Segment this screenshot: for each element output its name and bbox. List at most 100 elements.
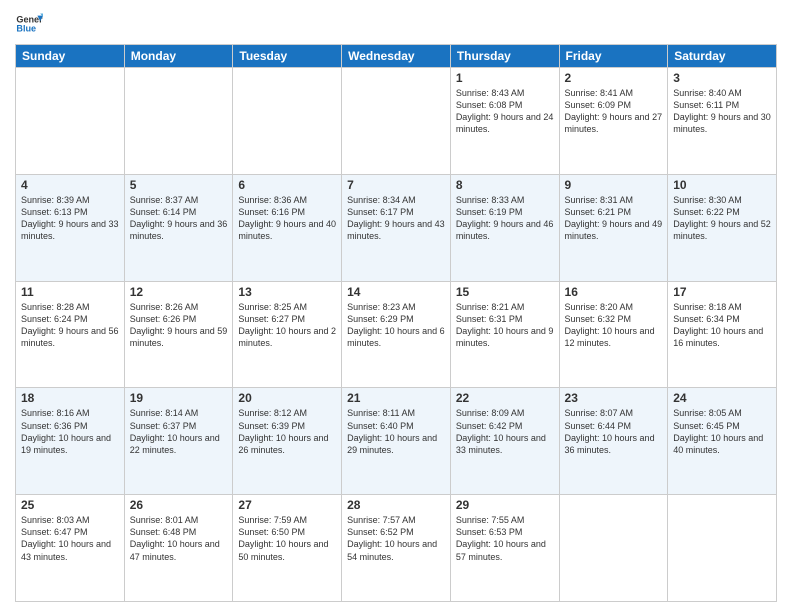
calendar-weekday-saturday: Saturday [668, 45, 777, 68]
calendar-cell: 12 Sunrise: 8:26 AM Sunset: 6:26 PM Dayli… [124, 281, 233, 388]
day-detail: Sunrise: 8:11 AM Sunset: 6:40 PM Dayligh… [347, 407, 445, 456]
day-number: 7 [347, 178, 445, 192]
day-number: 27 [238, 498, 336, 512]
calendar-cell: 15Sunrise: 8:21 AM Sunset: 6:31 PM Dayli… [450, 281, 559, 388]
calendar-week-row: 11 Sunrise: 8:28 AM Sunset: 6:24 PM Dayli… [16, 281, 777, 388]
calendar-week-row: 1 Sunrise: 8:43 AM Sunset: 6:08 PM Daylig… [16, 68, 777, 175]
calendar-cell: 17 Sunrise: 8:18 AM Sunset: 6:34 PM Dayli… [668, 281, 777, 388]
logo: General Blue [15, 10, 43, 38]
day-detail: Sunrise: 8:43 AM Sunset: 6:08 PM Dayligh… [456, 87, 554, 136]
day-number: 17 [673, 285, 771, 299]
calendar-cell: 26Sunrise: 8:01 AM Sunset: 6:48 PM Dayli… [124, 495, 233, 602]
calendar-cell: 29 Sunrise: 7:55 AM Sunset: 6:53 PM Dayli… [450, 495, 559, 602]
day-detail: Sunrise: 8:36 AM Sunset: 6:16 PM Dayligh… [238, 194, 336, 243]
day-number: 4 [21, 178, 119, 192]
header: General Blue [15, 10, 777, 38]
day-detail: Sunrise: 8:20 AM Sunset: 6:32 PM Dayligh… [565, 301, 663, 350]
day-detail: Sunrise: 8:25 AM Sunset: 6:27 PM Dayligh… [238, 301, 336, 350]
day-number: 13 [238, 285, 336, 299]
day-detail: Sunrise: 7:59 AM Sunset: 6:50 PM Dayligh… [238, 514, 336, 563]
calendar-cell: 23 Sunrise: 8:07 AM Sunset: 6:44 PM Dayli… [559, 388, 668, 495]
page: General Blue SundayMondayTuesdayWednesda… [0, 0, 792, 612]
calendar-cell: 10 Sunrise: 8:30 AM Sunset: 6:22 PM Dayli… [668, 174, 777, 281]
day-detail: Sunrise: 8:12 AM Sunset: 6:39 PM Dayligh… [238, 407, 336, 456]
day-detail: Sunrise: 8:05 AM Sunset: 6:45 PM Dayligh… [673, 407, 771, 456]
calendar-cell: 7 Sunrise: 8:34 AM Sunset: 6:17 PM Daylig… [342, 174, 451, 281]
day-detail: Sunrise: 8:33 AM Sunset: 6:19 PM Dayligh… [456, 194, 554, 243]
day-detail: Sunrise: 8:01 AM Sunset: 6:48 PM Dayligh… [130, 514, 228, 563]
calendar-cell: 3Sunrise: 8:40 AM Sunset: 6:11 PM Daylig… [668, 68, 777, 175]
svg-text:Blue: Blue [16, 24, 36, 34]
calendar-table: SundayMondayTuesdayWednesdayThursdayFrid… [15, 44, 777, 602]
calendar-weekday-friday: Friday [559, 45, 668, 68]
day-detail: Sunrise: 8:18 AM Sunset: 6:34 PM Dayligh… [673, 301, 771, 350]
day-number: 21 [347, 391, 445, 405]
calendar-weekday-thursday: Thursday [450, 45, 559, 68]
day-number: 10 [673, 178, 771, 192]
day-number: 2 [565, 71, 663, 85]
calendar-header-row: SundayMondayTuesdayWednesdayThursdayFrid… [16, 45, 777, 68]
calendar-weekday-tuesday: Tuesday [233, 45, 342, 68]
day-number: 16 [565, 285, 663, 299]
calendar-cell: 5Sunrise: 8:37 AM Sunset: 6:14 PM Daylig… [124, 174, 233, 281]
calendar-cell: 18 Sunrise: 8:16 AM Sunset: 6:36 PM Dayli… [16, 388, 125, 495]
day-number: 8 [456, 178, 554, 192]
calendar-week-row: 18 Sunrise: 8:16 AM Sunset: 6:36 PM Dayli… [16, 388, 777, 495]
calendar-cell: 2 Sunrise: 8:41 AM Sunset: 6:09 PM Daylig… [559, 68, 668, 175]
day-number: 1 [456, 71, 554, 85]
day-detail: Sunrise: 8:30 AM Sunset: 6:22 PM Dayligh… [673, 194, 771, 243]
calendar-cell: 1 Sunrise: 8:43 AM Sunset: 6:08 PM Daylig… [450, 68, 559, 175]
calendar-cell: 20 Sunrise: 8:12 AM Sunset: 6:39 PM Dayli… [233, 388, 342, 495]
day-detail: Sunrise: 8:16 AM Sunset: 6:36 PM Dayligh… [21, 407, 119, 456]
day-detail: Sunrise: 8:09 AM Sunset: 6:42 PM Dayligh… [456, 407, 554, 456]
day-detail: Sunrise: 8:14 AM Sunset: 6:37 PM Dayligh… [130, 407, 228, 456]
calendar-cell: 28 Sunrise: 7:57 AM Sunset: 6:52 PM Dayli… [342, 495, 451, 602]
calendar-cell: 22 Sunrise: 8:09 AM Sunset: 6:42 PM Dayli… [450, 388, 559, 495]
calendar-cell [342, 68, 451, 175]
calendar-cell: 13 Sunrise: 8:25 AM Sunset: 6:27 PM Dayli… [233, 281, 342, 388]
calendar-cell: 19Sunrise: 8:14 AM Sunset: 6:37 PM Dayli… [124, 388, 233, 495]
day-number: 11 [21, 285, 119, 299]
calendar-cell: 24 Sunrise: 8:05 AM Sunset: 6:45 PM Dayli… [668, 388, 777, 495]
logo-icon: General Blue [15, 10, 43, 38]
day-detail: Sunrise: 8:26 AM Sunset: 6:26 PM Dayligh… [130, 301, 228, 350]
day-number: 5 [130, 178, 228, 192]
day-number: 18 [21, 391, 119, 405]
day-detail: Sunrise: 8:07 AM Sunset: 6:44 PM Dayligh… [565, 407, 663, 456]
day-number: 23 [565, 391, 663, 405]
day-detail: Sunrise: 7:57 AM Sunset: 6:52 PM Dayligh… [347, 514, 445, 563]
calendar-weekday-wednesday: Wednesday [342, 45, 451, 68]
day-detail: Sunrise: 8:28 AM Sunset: 6:24 PM Dayligh… [21, 301, 119, 350]
calendar-cell: 4 Sunrise: 8:39 AM Sunset: 6:13 PM Daylig… [16, 174, 125, 281]
calendar-week-row: 4 Sunrise: 8:39 AM Sunset: 6:13 PM Daylig… [16, 174, 777, 281]
day-detail: Sunrise: 8:31 AM Sunset: 6:21 PM Dayligh… [565, 194, 663, 243]
day-number: 6 [238, 178, 336, 192]
calendar-week-row: 25 Sunrise: 8:03 AM Sunset: 6:47 PM Dayli… [16, 495, 777, 602]
calendar-cell [233, 68, 342, 175]
day-detail: Sunrise: 8:41 AM Sunset: 6:09 PM Dayligh… [565, 87, 663, 136]
day-detail: Sunrise: 8:03 AM Sunset: 6:47 PM Dayligh… [21, 514, 119, 563]
day-detail: Sunrise: 7:55 AM Sunset: 6:53 PM Dayligh… [456, 514, 554, 563]
calendar-cell: 21 Sunrise: 8:11 AM Sunset: 6:40 PM Dayli… [342, 388, 451, 495]
day-number: 24 [673, 391, 771, 405]
day-number: 25 [21, 498, 119, 512]
day-detail: Sunrise: 8:34 AM Sunset: 6:17 PM Dayligh… [347, 194, 445, 243]
day-number: 28 [347, 498, 445, 512]
calendar-cell [124, 68, 233, 175]
day-number: 22 [456, 391, 554, 405]
calendar-cell [559, 495, 668, 602]
calendar-cell: 27 Sunrise: 7:59 AM Sunset: 6:50 PM Dayli… [233, 495, 342, 602]
day-number: 14 [347, 285, 445, 299]
day-number: 20 [238, 391, 336, 405]
day-number: 29 [456, 498, 554, 512]
day-detail: Sunrise: 8:39 AM Sunset: 6:13 PM Dayligh… [21, 194, 119, 243]
calendar-cell: 8 Sunrise: 8:33 AM Sunset: 6:19 PM Daylig… [450, 174, 559, 281]
day-detail: Sunrise: 8:23 AM Sunset: 6:29 PM Dayligh… [347, 301, 445, 350]
day-number: 12 [130, 285, 228, 299]
calendar-cell: 11 Sunrise: 8:28 AM Sunset: 6:24 PM Dayli… [16, 281, 125, 388]
day-number: 9 [565, 178, 663, 192]
calendar-cell: 14 Sunrise: 8:23 AM Sunset: 6:29 PM Dayli… [342, 281, 451, 388]
calendar-weekday-monday: Monday [124, 45, 233, 68]
day-detail: Sunrise: 8:40 AM Sunset: 6:11 PM Dayligh… [673, 87, 771, 136]
calendar-cell [16, 68, 125, 175]
